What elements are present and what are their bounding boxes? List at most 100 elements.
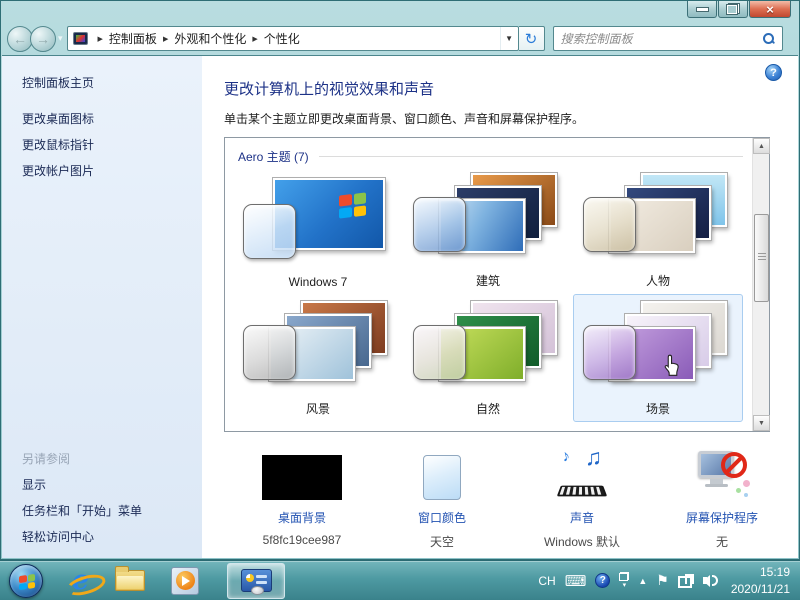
language-indicator[interactable]: CH — [538, 574, 555, 588]
restore-icon — [727, 4, 739, 14]
theme-label: 自然 — [476, 400, 500, 417]
network-icon[interactable] — [678, 574, 694, 588]
breadcrumb-personalization[interactable]: 个性化 — [264, 30, 300, 47]
start-button[interactable] — [9, 564, 43, 598]
forward-button[interactable]: → — [30, 26, 56, 52]
scrollbar[interactable]: ▲ ▼ — [752, 138, 769, 431]
close-button[interactable]: × — [749, 1, 791, 18]
bubble-decoration — [744, 493, 748, 497]
scroll-down-arrow[interactable]: ▼ — [753, 415, 770, 431]
caption-buttons: × — [686, 1, 791, 18]
forward-icon: → — [36, 31, 50, 47]
theme-item-landscapes[interactable]: 风景 — [233, 294, 403, 422]
sidebar-item-change-account-picture[interactable]: 更改帐户图片 — [22, 162, 94, 179]
theme-item-characters[interactable]: 人物 — [573, 166, 743, 294]
piano-keyboard-icon — [557, 486, 607, 497]
screensaver-link[interactable]: 屏幕保护程序 — [686, 509, 758, 526]
breadcrumb-control-panel[interactable]: 控制面板 — [109, 30, 157, 47]
sidebar-item-change-desktop-icons[interactable]: 更改桌面图标 — [22, 110, 94, 127]
keyboard-icon[interactable]: ⌨ — [565, 572, 587, 590]
address-bar[interactable]: ▶ 控制面板 ▶ 外观和个性化 ▶ 个性化 ▼ — [67, 26, 519, 51]
sounds-item[interactable]: ♪ ♫ 声音 Windows 默认 — [512, 448, 652, 550]
sounds-link[interactable]: 声音 — [570, 509, 594, 526]
desktop: × ← → ▾ ▶ 控制面板 ▶ 外观和个性化 ▶ 个性化 ▼ ↻ 搜索控制面板 — [0, 0, 800, 600]
taskbar-item-media-player[interactable] — [171, 567, 199, 595]
screensaver-item[interactable]: 屏幕保护程序 无 — [652, 448, 792, 550]
windows-flag-icon — [339, 192, 366, 218]
refresh-button[interactable]: ↻ — [519, 26, 545, 51]
window-color-link[interactable]: 窗口颜色 — [418, 509, 466, 526]
window-color-item[interactable]: 窗口颜色 天空 — [372, 448, 512, 550]
theme-thumbnail — [413, 173, 563, 269]
title-bar[interactable]: × — [1, 1, 799, 22]
theme-group-label: Aero 主题 (7) — [238, 148, 309, 165]
glass-square — [583, 197, 636, 252]
breadcrumb-appearance[interactable]: 外观和个性化 — [174, 30, 246, 47]
window-color-value: 天空 — [430, 533, 454, 550]
search-icon[interactable] — [762, 32, 775, 45]
volume-icon[interactable] — [703, 575, 718, 587]
sidebar: 控制面板主页 更改桌面图标 更改鼠标指针 更改帐户图片 另请参阅 显示 任务栏和… — [2, 56, 202, 558]
theme-thumbnail — [583, 173, 733, 269]
hand-cursor-icon — [660, 353, 682, 379]
control-panel-icon — [73, 32, 88, 45]
desktop-background-thumbnail[interactable] — [262, 455, 342, 500]
theme-item-architecture[interactable]: 建筑 — [403, 166, 573, 294]
theme-item-nature[interactable]: 自然 — [403, 294, 573, 422]
scrollbar-thumb[interactable] — [754, 214, 769, 302]
bubble-decoration — [736, 488, 741, 493]
input-method-icon[interactable]: ▾ — [619, 572, 629, 589]
recent-pages-dropdown[interactable]: ▾ — [58, 33, 63, 44]
minimize-button[interactable] — [687, 1, 717, 18]
theme-label: Windows 7 — [289, 275, 348, 289]
window-body: 控制面板主页 更改桌面图标 更改鼠标指针 更改帐户图片 另请参阅 显示 任务栏和… — [2, 55, 798, 558]
search-box[interactable]: 搜索控制面板 — [553, 26, 783, 51]
restore-windows-icon — [619, 572, 629, 581]
sidebar-item-taskbar-start-menu[interactable]: 任务栏和「开始」菜单 — [22, 502, 142, 519]
desktop-background-item[interactable]: 桌面背景 5f8fc19cee987 — [232, 448, 372, 550]
restore-button[interactable] — [718, 1, 748, 18]
back-icon: ← — [13, 31, 27, 47]
settings-row: 桌面背景 5f8fc19cee987 窗口颜色 天空 ♪ ♫ — [232, 448, 792, 550]
clock-date: 2020/11/21 — [731, 581, 790, 597]
sidebar-item-display[interactable]: 显示 — [22, 476, 46, 493]
internet-explorer-icon: e — [72, 567, 89, 594]
glass-square — [583, 325, 636, 380]
sidebar-item-ease-of-access[interactable]: 轻松访问中心 — [22, 528, 94, 545]
theme-item-windows7[interactable]: Windows 7 — [233, 166, 403, 294]
desktop-background-link[interactable]: 桌面背景 — [278, 509, 326, 526]
theme-thumbnail — [413, 301, 563, 397]
sounds-icon[interactable]: ♪ ♫ — [554, 448, 610, 500]
action-center-flag-icon[interactable]: ⚑ — [656, 572, 669, 589]
theme-thumbnail — [243, 301, 393, 397]
taskbar-item-explorer[interactable] — [115, 570, 145, 591]
folder-icon — [115, 570, 145, 591]
personalization-window: × ← → ▾ ▶ 控制面板 ▶ 外观和个性化 ▶ 个性化 ▼ ↻ 搜索控制面板 — [0, 0, 800, 560]
scroll-up-arrow[interactable]: ▲ — [753, 138, 770, 154]
screensaver-icon[interactable] — [694, 448, 750, 500]
minimize-icon — [697, 8, 708, 11]
window-color-thumbnail[interactable] — [423, 455, 461, 500]
see-also-header: 另请参阅 — [22, 450, 70, 467]
address-dropdown-arrow[interactable]: ▼ — [500, 27, 518, 50]
navigation-bar: ← → ▾ ▶ 控制面板 ▶ 外观和个性化 ▶ 个性化 ▼ ↻ 搜索控制面板 — [1, 22, 799, 55]
clock[interactable]: 15:19 2020/11/21 — [731, 564, 790, 596]
show-hidden-icons-button[interactable]: ▲ — [638, 576, 647, 586]
taskbar-item-internet-explorer[interactable]: e — [72, 567, 89, 594]
search-placeholder: 搜索控制面板 — [561, 30, 762, 47]
theme-thumbnail — [243, 176, 393, 272]
taskbar-item-control-panel-active[interactable] — [227, 563, 285, 599]
page-title: 更改计算机上的视觉效果和声音 — [224, 78, 798, 99]
help-button[interactable]: ? — [765, 64, 782, 81]
desktop-background-value: 5f8fc19cee987 — [263, 533, 342, 547]
theme-group-header: Aero 主题 (7) — [225, 138, 769, 165]
sidebar-item-change-mouse-pointers[interactable]: 更改鼠标指针 — [22, 136, 94, 153]
windows-logo-icon — [19, 573, 35, 589]
theme-item-scenes[interactable]: 场景 — [573, 294, 743, 422]
sidebar-item-control-panel-home[interactable]: 控制面板主页 — [22, 74, 94, 91]
main-content: ? 更改计算机上的视觉效果和声音 单击某个主题立即更改桌面背景、窗口颜色、声音和… — [202, 56, 798, 558]
breadcrumb-separator-icon: ▶ — [157, 35, 174, 43]
tray-help-icon[interactable]: ? — [595, 573, 610, 588]
refresh-icon: ↻ — [525, 30, 538, 48]
page-subtitle: 单击某个主题立即更改桌面背景、窗口颜色、声音和屏幕保护程序。 — [224, 110, 798, 127]
